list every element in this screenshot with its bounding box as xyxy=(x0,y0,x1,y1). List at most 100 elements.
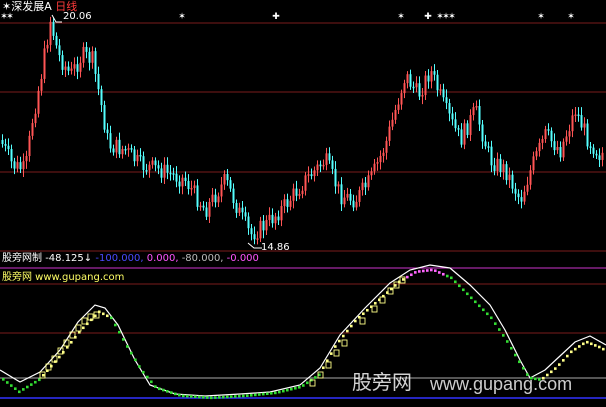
candle-body xyxy=(241,207,244,213)
indicator-dot xyxy=(406,275,409,279)
candle-body xyxy=(565,136,568,142)
candle-body xyxy=(535,151,538,157)
indicator-dot xyxy=(442,272,445,276)
indicator-dot xyxy=(302,384,305,387)
candle-body xyxy=(145,170,148,172)
star-marker-icon: ✶ xyxy=(448,12,456,22)
candle-body xyxy=(19,162,22,170)
candle-body xyxy=(517,193,520,198)
candle-body xyxy=(262,220,265,231)
indicator-dot xyxy=(222,395,225,399)
candle-body xyxy=(331,160,334,169)
candle-body xyxy=(370,171,373,176)
candle-body xyxy=(547,129,550,131)
candle-body xyxy=(121,149,124,155)
candle-body xyxy=(490,146,493,166)
indicator-dot xyxy=(246,394,249,397)
indicator-dot xyxy=(594,344,597,347)
indicator-dot xyxy=(138,365,141,368)
indicator-dot xyxy=(210,396,213,400)
candle-body xyxy=(469,115,472,135)
indicator-dot xyxy=(362,312,365,316)
candle-body xyxy=(337,184,340,187)
indicator-dot xyxy=(170,391,173,394)
candle-body xyxy=(118,139,121,155)
indicator-dot xyxy=(514,353,517,357)
indicator-dot xyxy=(126,345,129,348)
candle-body xyxy=(499,158,502,173)
indicator-dot xyxy=(58,355,61,359)
watermark-url: www.gupang.com xyxy=(430,374,573,394)
candle-body xyxy=(256,238,259,240)
candle-body xyxy=(181,177,184,187)
candle-body xyxy=(217,196,220,203)
indicator-dot xyxy=(274,391,277,395)
indicator-dot xyxy=(230,395,233,398)
candle-body xyxy=(184,177,187,181)
candle-body xyxy=(433,71,436,75)
candle-body xyxy=(205,207,208,217)
indicator-dot xyxy=(186,394,189,398)
indicator-dot xyxy=(218,396,221,399)
star-marker-icon: ✶ xyxy=(178,12,186,22)
indicator-dot xyxy=(102,312,105,316)
indicator-box xyxy=(333,349,340,357)
candle-body xyxy=(496,158,499,172)
candle-body xyxy=(541,139,544,143)
candle-body xyxy=(364,182,367,188)
indicator-dot xyxy=(226,395,229,399)
indicator-dot xyxy=(146,375,149,379)
candle-body xyxy=(112,148,115,153)
candle-body xyxy=(250,228,253,235)
indicator-level-2: 0.000, xyxy=(146,253,179,264)
indicator-dot xyxy=(438,271,441,274)
candle-body xyxy=(391,119,394,127)
candle-body xyxy=(307,174,310,176)
candle-body xyxy=(223,174,226,185)
indicator-dot xyxy=(494,322,497,325)
indicator-dot xyxy=(322,366,325,370)
candle-body xyxy=(49,21,52,45)
candle-body xyxy=(400,93,403,105)
candle-body xyxy=(82,46,85,63)
candle-body xyxy=(562,141,565,158)
star-icon: ✶ xyxy=(2,0,12,13)
candle-body xyxy=(208,202,211,217)
indicator-dot xyxy=(278,390,281,394)
indicator-dot xyxy=(470,296,473,300)
candle-body xyxy=(481,124,484,142)
indicator-dot xyxy=(158,387,161,391)
candle-body xyxy=(64,66,67,70)
indicator-dot xyxy=(26,385,29,389)
candle-body xyxy=(355,201,358,208)
candle-body xyxy=(571,115,574,132)
indicator-dot xyxy=(574,347,577,351)
candle-body xyxy=(412,86,415,89)
indicator-dot xyxy=(598,345,601,349)
candle-body xyxy=(85,46,88,52)
candle-body xyxy=(361,182,364,191)
candle-body xyxy=(109,133,112,149)
candle-body xyxy=(268,214,271,220)
stock-name: 深发展A xyxy=(11,0,52,13)
candle-body xyxy=(601,152,604,160)
candle-body xyxy=(277,216,280,221)
candle-body xyxy=(583,123,586,128)
candle-body xyxy=(349,193,352,201)
star-marker-icon: ✶ xyxy=(397,12,405,22)
candle-body xyxy=(478,106,481,125)
candle-body xyxy=(238,207,241,213)
candle-body xyxy=(265,219,268,231)
candle-body xyxy=(427,75,430,82)
candle-body xyxy=(25,156,28,162)
candle-body xyxy=(568,131,571,137)
candle-body xyxy=(115,139,118,153)
indicator-dot xyxy=(558,363,561,366)
indicator-dot xyxy=(150,380,153,384)
candle-body xyxy=(526,184,529,192)
candle-body xyxy=(199,205,202,208)
indicator-box xyxy=(379,296,386,304)
candle-body xyxy=(448,103,451,114)
candle-body xyxy=(178,181,181,187)
candle-body xyxy=(553,141,556,151)
